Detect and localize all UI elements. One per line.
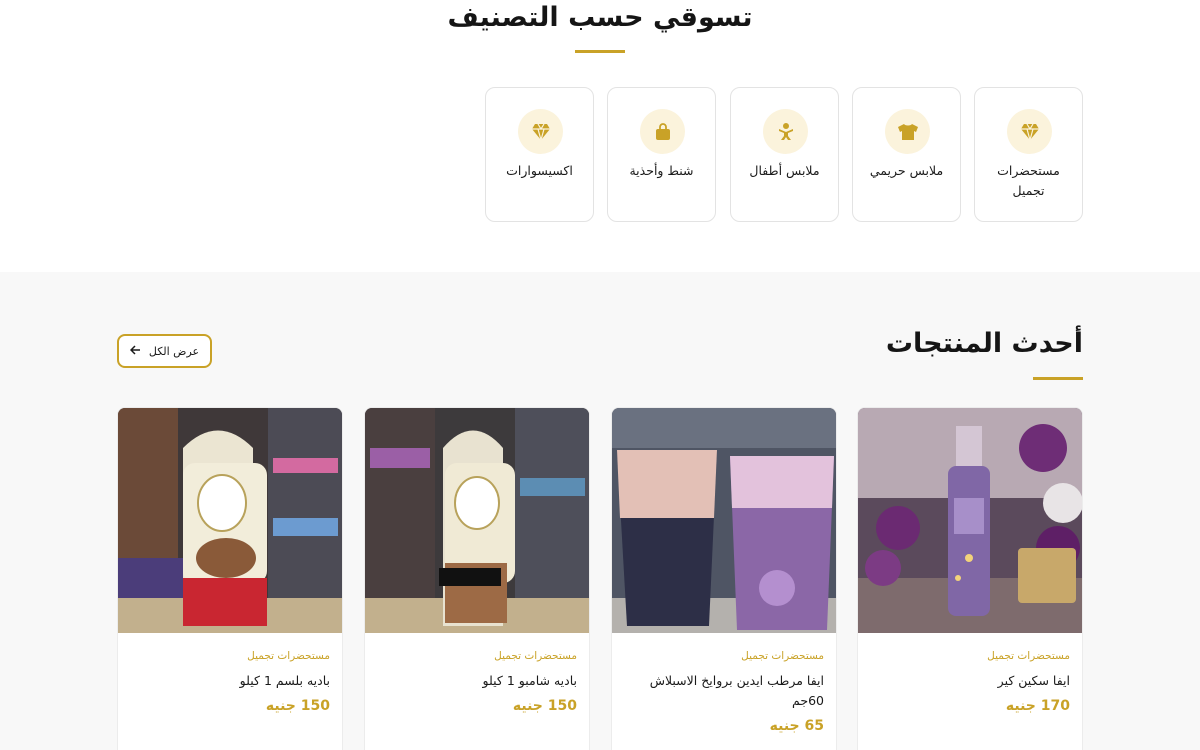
category-card-accessories[interactable]: اكسيسوارات xyxy=(485,87,594,222)
category-card-women-clothes[interactable]: ملابس حريمي xyxy=(852,87,961,222)
bag-icon xyxy=(640,109,685,154)
diamond-icon xyxy=(518,109,563,154)
product-category: مستحضرات تجميل xyxy=(987,650,1070,662)
hand-cream-photo[interactable] xyxy=(612,408,837,633)
latest-products-title: أحدث المنتجات xyxy=(885,328,1083,359)
category-label: ملابس أطفال xyxy=(749,163,820,178)
product-name[interactable]: باديه شامبو 1 كيلو xyxy=(377,671,577,691)
diamond-icon xyxy=(1007,109,1052,154)
category-label: ملابس حريمي xyxy=(869,163,944,178)
perfume-mist-photo[interactable] xyxy=(858,408,1083,633)
product-price: 150 جنيه xyxy=(265,698,330,714)
category-card-bags-shoes[interactable]: شنط وأحذية xyxy=(607,87,716,222)
product-name[interactable]: ايفا سكين كير xyxy=(870,671,1070,691)
category-label: مستحضرات تجميل xyxy=(997,163,1060,198)
arrow-left-icon xyxy=(129,344,141,358)
product-category: مستحضرات تجميل xyxy=(247,650,330,662)
product-name[interactable]: باديه بلسم 1 كيلو xyxy=(130,671,330,691)
title-underline xyxy=(575,50,625,53)
product-card[interactable]: مستحضرات تجميل ايفا مرطب ايدين بروايخ ال… xyxy=(611,407,837,750)
category-card-kids-clothes[interactable]: ملابس أطفال xyxy=(730,87,839,222)
product-price: 65 جنيه xyxy=(769,718,824,734)
title-underline xyxy=(1033,377,1083,380)
product-price: 170 جنيه xyxy=(1005,698,1070,714)
category-label: اكسيسوارات xyxy=(506,163,573,178)
product-price: 150 جنيه xyxy=(512,698,577,714)
view-all-label: عرض الكل xyxy=(148,344,200,358)
product-card[interactable]: مستحضرات تجميل باديه بلسم 1 كيلو 150 جني… xyxy=(117,407,343,750)
product-card[interactable]: مستحضرات تجميل ايفا سكين كير 170 جنيه xyxy=(857,407,1083,750)
product-category: مستحضرات تجميل xyxy=(494,650,577,662)
conditioner-bottle-photo[interactable] xyxy=(118,408,343,633)
view-all-button[interactable]: عرض الكل xyxy=(117,334,212,368)
category-label: شنط وأحذية xyxy=(629,163,694,178)
child-icon xyxy=(763,109,808,154)
category-section: تسوقي حسب التصنيف مستحضرات تجميل ملابس ح… xyxy=(0,0,1200,272)
shampoo-bottle-photo[interactable] xyxy=(365,408,590,633)
category-section-title: تسوقي حسب التصنيف xyxy=(447,2,753,33)
latest-products-section: أحدث المنتجات عرض الكل مستحضرات تجميل اي… xyxy=(0,272,1200,750)
tshirt-icon xyxy=(885,109,930,154)
category-card-cosmetics[interactable]: مستحضرات تجميل xyxy=(974,87,1083,222)
product-name[interactable]: ايفا مرطب ايدين بروايخ الاسبلاش 60جم xyxy=(624,671,824,711)
product-card[interactable]: مستحضرات تجميل باديه شامبو 1 كيلو 150 جن… xyxy=(364,407,590,750)
product-category: مستحضرات تجميل xyxy=(741,650,824,662)
